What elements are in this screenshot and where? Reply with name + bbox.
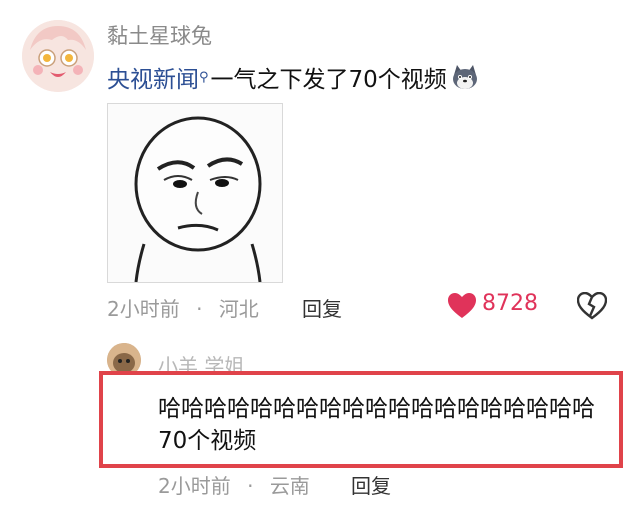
separator: · [196, 297, 203, 321]
reply-button[interactable]: 回复 [302, 293, 342, 322]
comment-body: 一气之下发了70个视频 [210, 67, 447, 93]
reply-meta: 2小时前 · 云南 [158, 470, 310, 499]
dislike-icon[interactable] [576, 291, 608, 320]
location: 云南 [269, 474, 310, 498]
doge-emoji-icon [451, 63, 479, 91]
comment-meta: 2小时前 · 河北 [107, 293, 259, 322]
location: 河北 [218, 297, 259, 321]
reply-button[interactable]: 回复 [351, 470, 391, 499]
search-icon: ⚲ [199, 69, 209, 85]
avatar[interactable] [22, 20, 94, 92]
comment-text: 央视新闻 ⚲ 一气之下发了70个视频 [107, 60, 479, 94]
like-heart-icon[interactable] [447, 292, 477, 320]
reply-comment-text: 哈哈哈哈哈哈哈哈哈哈哈哈哈哈哈哈哈哈哈70个视频 [158, 396, 595, 454]
separator: · [247, 474, 254, 498]
like-count: 8728 [482, 291, 538, 316]
meme-image[interactable] [107, 103, 283, 283]
mention-link[interactable]: 央视新闻 [107, 60, 199, 94]
timestamp: 2小时前 [107, 297, 180, 321]
timestamp: 2小时前 [158, 474, 231, 498]
username[interactable]: 黏土星球兔 [107, 20, 212, 50]
